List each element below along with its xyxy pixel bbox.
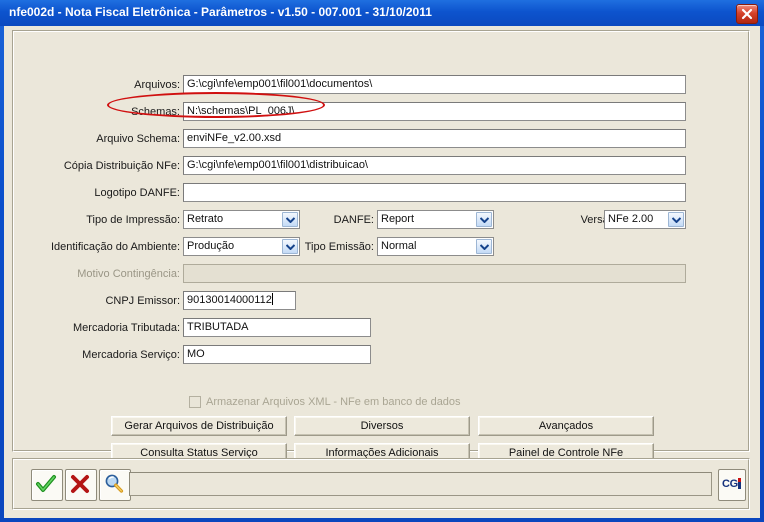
chevron-down-icon[interactable]: [476, 212, 492, 227]
application-window: nfe002d - Nota Fiscal Eletrônica - Parâm…: [0, 0, 764, 522]
label-danfe: DANFE:: [333, 214, 374, 226]
tipo-impressao-select[interactable]: Retrato: [183, 210, 300, 229]
combo-row-ambiente: Identificação do Ambiente: Produção Tipo…: [13, 237, 743, 257]
label-mercadoria-tributada: Mercadoria Tributada:: [73, 322, 180, 334]
versao-nfe-value: NFe 2.00: [608, 213, 654, 225]
label-arquivo-schema: Arquivo Schema:: [96, 133, 180, 145]
field-row-schemas: Schemas: N:\schemas\PL_006J\: [13, 102, 743, 122]
close-icon: [741, 8, 753, 20]
field-row-copia-distribuicao: Cópia Distribuição NFe: G:\cgi\nfe\emp00…: [13, 156, 743, 176]
cnpj-emissor-input[interactable]: 90130014000112: [183, 291, 296, 310]
check-icon: [36, 475, 56, 492]
tipo-emissao-value: Normal: [381, 240, 417, 252]
window-title: nfe002d - Nota Fiscal Eletrônica - Parâm…: [9, 5, 432, 19]
gerar-arquivos-distribuicao-button[interactable]: Gerar Arquivos de Distribuição: [111, 416, 287, 436]
chevron-down-icon[interactable]: [476, 239, 492, 254]
label-identificacao-ambiente: Identificação do Ambiente:: [50, 241, 180, 253]
magnifier-icon: [105, 474, 124, 493]
field-row-arquivo-schema: Arquivo Schema: enviNFe_v2.00.xsd: [13, 129, 743, 149]
mercadoria-tributada-input[interactable]: TRIBUTADA: [183, 318, 371, 337]
avancados-button[interactable]: Avançados: [478, 416, 654, 436]
confirm-button[interactable]: [31, 469, 63, 501]
armazenar-xml-label: Armazenar Arquivos XML - NFe em banco de…: [206, 396, 461, 408]
label-arquivos: Arquivos:: [134, 79, 180, 91]
title-bar[interactable]: nfe002d - Nota Fiscal Eletrônica - Parâm…: [0, 0, 764, 26]
label-motivo-contingencia: Motivo Contingência:: [77, 268, 180, 280]
arquivo-schema-input[interactable]: enviNFe_v2.00.xsd: [183, 129, 686, 148]
versao-nfe-select[interactable]: NFe 2.00: [604, 210, 686, 229]
label-logotipo-danfe: Logotipo DANFE:: [94, 187, 180, 199]
danfe-value: Report: [381, 213, 415, 225]
label-cnpj-emissor: CNPJ Emissor:: [105, 295, 180, 307]
mercadoria-servico-input[interactable]: MO: [183, 345, 371, 364]
field-row-cnpj-emissor: CNPJ Emissor: 90130014000112: [13, 291, 743, 311]
danfe-select[interactable]: Report: [377, 210, 494, 229]
motivo-contingencia-input: [183, 264, 686, 283]
label-tipo-impressao: Tipo de Impressão:: [86, 214, 180, 226]
client-area: Arquivos: G:\cgi\nfe\emp001\fil001\docum…: [4, 26, 760, 518]
bottom-toolbar: CG: [12, 458, 750, 510]
arquivos-input[interactable]: G:\cgi\nfe\emp001\fil001\documentos\: [183, 75, 686, 94]
copia-distribuicao-input[interactable]: G:\cgi\nfe\emp001\fil001\distribuicao\: [183, 156, 686, 175]
x-icon: [71, 475, 89, 493]
search-button[interactable]: [99, 469, 131, 501]
combo-row-impressao: Tipo de Impressão: Retrato DANFE: Report…: [13, 210, 743, 230]
diversos-button[interactable]: Diversos: [294, 416, 470, 436]
status-bar-field: [129, 472, 712, 496]
identificacao-ambiente-select[interactable]: Produção: [183, 237, 300, 256]
field-row-mercadoria-servico: Mercadoria Serviço: MO: [13, 345, 743, 365]
field-row-mercadoria-tributada: Mercadoria Tributada: TRIBUTADA: [13, 318, 743, 338]
field-row-motivo-contingencia: Motivo Contingência:: [13, 264, 743, 284]
cgi-logo-button[interactable]: CG: [718, 469, 746, 501]
logotipo-danfe-input[interactable]: [183, 183, 686, 202]
tipo-emissao-select[interactable]: Normal: [377, 237, 494, 256]
label-schemas: Schemas:: [131, 106, 180, 118]
identificacao-ambiente-value: Produção: [187, 240, 235, 252]
chevron-down-icon[interactable]: [282, 212, 298, 227]
close-button[interactable]: [736, 4, 758, 24]
armazenar-xml-checkbox: [189, 396, 201, 408]
label-copia-distribuicao: Cópia Distribuição NFe:: [63, 160, 180, 172]
label-tipo-emissao: Tipo Emissão:: [304, 241, 374, 253]
field-row-logotipo-danfe: Logotipo DANFE:: [13, 183, 743, 203]
field-row-arquivos: Arquivos: G:\cgi\nfe\emp001\fil001\docum…: [13, 75, 743, 95]
tipo-impressao-value: Retrato: [187, 213, 224, 225]
chevron-down-icon[interactable]: [282, 239, 298, 254]
cgi-logo-stem: [738, 482, 741, 489]
chevron-down-icon[interactable]: [668, 212, 684, 227]
parameters-panel: Arquivos: G:\cgi\nfe\emp001\fil001\docum…: [12, 30, 750, 463]
label-mercadoria-servico: Mercadoria Serviço:: [82, 349, 180, 361]
cgi-logo-text: CG: [722, 478, 738, 490]
schemas-input[interactable]: N:\schemas\PL_006J\: [183, 102, 686, 121]
cancel-button[interactable]: [65, 469, 97, 501]
